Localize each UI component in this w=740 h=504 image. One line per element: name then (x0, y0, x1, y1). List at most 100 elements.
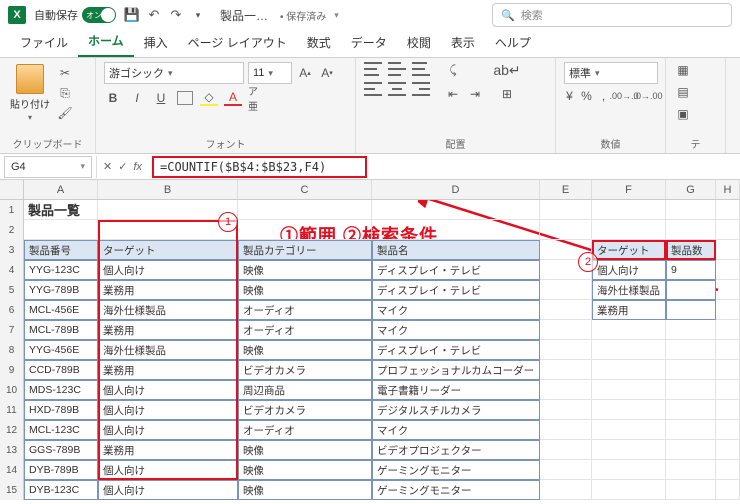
cell[interactable] (540, 460, 592, 480)
increase-decimal-icon[interactable]: .00→.0 (615, 88, 633, 104)
align-left-icon[interactable] (364, 82, 382, 96)
wrap-text-icon[interactable]: ab↵ (498, 62, 516, 78)
cell[interactable] (592, 420, 666, 440)
cell[interactable] (716, 380, 740, 400)
cell[interactable]: YYG-789B (24, 280, 98, 300)
cell[interactable]: 個人向け (98, 420, 238, 440)
row-header[interactable]: 8 (0, 340, 24, 360)
cell[interactable] (540, 280, 592, 300)
cell[interactable]: YYG-456E (24, 340, 98, 360)
cell[interactable] (716, 200, 740, 220)
cell[interactable]: オーディオ (238, 420, 372, 440)
cell[interactable]: DYB-123C (24, 480, 98, 500)
cell[interactable]: 個人向け (592, 260, 666, 280)
cell[interactable]: 映像 (238, 460, 372, 480)
row-header[interactable]: 4 (0, 260, 24, 280)
column-header[interactable]: D (372, 180, 540, 199)
cell[interactable] (540, 200, 592, 220)
cell[interactable]: 映像 (238, 440, 372, 460)
tab-ヘルプ[interactable]: ヘルプ (485, 28, 541, 57)
tab-ファイル[interactable]: ファイル (10, 28, 78, 57)
align-center-icon[interactable] (388, 82, 406, 96)
cell[interactable]: 映像 (238, 340, 372, 360)
cell[interactable]: マイク (372, 300, 540, 320)
cell[interactable]: 海外仕様製品 (98, 340, 238, 360)
fill-color-button[interactable]: ◇ (200, 90, 218, 106)
cell[interactable] (592, 400, 666, 420)
enter-icon[interactable]: ✓ (118, 160, 127, 173)
cell[interactable]: ターゲット (592, 240, 666, 260)
worksheet[interactable]: A B C D E F G H 1製品一覧23製品番号ターゲット製品カテゴリー製… (0, 180, 740, 500)
bold-button[interactable]: B (104, 90, 122, 106)
cell[interactable] (666, 380, 716, 400)
cell[interactable] (24, 220, 98, 240)
tab-挿入[interactable]: 挿入 (134, 28, 178, 57)
cell[interactable]: 9 (666, 260, 716, 280)
font-color-button[interactable]: A (224, 90, 242, 106)
cell[interactable] (238, 200, 372, 220)
increase-font-icon[interactable]: A▴ (296, 65, 314, 81)
search-input[interactable]: 🔍 検索 (492, 3, 732, 27)
fx-icon[interactable]: fx (133, 161, 142, 173)
cell[interactable]: 製品一覧 (24, 200, 98, 220)
cell[interactable] (716, 440, 740, 460)
qat-dropdown-icon[interactable]: ▾ (190, 7, 206, 23)
cell[interactable]: MCL-456E (24, 300, 98, 320)
cell[interactable]: マイク (372, 320, 540, 340)
cell-styles-icon[interactable]: ▣ (674, 106, 692, 122)
cell[interactable] (372, 200, 540, 220)
orientation-icon[interactable]: ⤹ (444, 62, 462, 78)
cell[interactable]: HXD-789B (24, 400, 98, 420)
column-header[interactable]: B (98, 180, 238, 199)
row-header[interactable]: 2 (0, 220, 24, 240)
cell[interactable] (666, 420, 716, 440)
cell[interactable] (716, 260, 740, 280)
cell[interactable] (716, 220, 740, 240)
cut-icon[interactable]: ✂ (56, 65, 74, 81)
tab-校閲[interactable]: 校閲 (397, 28, 441, 57)
cell[interactable] (372, 220, 540, 240)
decrease-decimal-icon[interactable]: .0→.00 (639, 88, 657, 104)
cell[interactable] (666, 300, 716, 320)
cell[interactable]: 個人向け (98, 480, 238, 500)
percent-icon[interactable]: % (581, 88, 592, 104)
cell[interactable]: 映像 (238, 280, 372, 300)
chevron-down-icon[interactable]: ▾ (28, 113, 32, 122)
name-box[interactable]: G4 ▾ (4, 156, 92, 178)
number-format-select[interactable]: 標準▾ (564, 62, 658, 84)
cell[interactable] (716, 460, 740, 480)
cell[interactable] (592, 440, 666, 460)
cell[interactable]: ビデオカメラ (238, 400, 372, 420)
cell[interactable] (540, 240, 592, 260)
tab-表示[interactable]: 表示 (441, 28, 485, 57)
tab-数式[interactable]: 数式 (297, 28, 341, 57)
cell[interactable]: 製品番号 (24, 240, 98, 260)
cell[interactable]: CCD-789B (24, 360, 98, 380)
phonetic-button[interactable]: ア亜 (248, 90, 266, 106)
cell[interactable]: プロフェッショナルカムコーダー (372, 360, 540, 380)
comma-icon[interactable]: , (598, 88, 609, 104)
docname-dropdown-icon[interactable]: ▾ (334, 10, 339, 21)
cell[interactable]: 個人向け (98, 400, 238, 420)
italic-button[interactable]: I (128, 90, 146, 106)
cell[interactable]: ディスプレイ・テレビ (372, 260, 540, 280)
row-header[interactable]: 11 (0, 400, 24, 420)
cell[interactable] (716, 400, 740, 420)
cell[interactable] (98, 220, 238, 240)
increase-indent-icon[interactable]: ⇥ (466, 86, 484, 102)
cell[interactable]: 個人向け (98, 260, 238, 280)
align-top-icon[interactable] (364, 62, 382, 76)
cell[interactable] (592, 380, 666, 400)
cell[interactable]: マイク (372, 420, 540, 440)
cell[interactable] (716, 240, 740, 260)
row-header[interactable]: 15 (0, 480, 24, 500)
currency-icon[interactable]: ¥ (564, 88, 575, 104)
cell[interactable] (592, 340, 666, 360)
row-header[interactable]: 3 (0, 240, 24, 260)
cell[interactable] (238, 220, 372, 240)
tab-ページ レイアウト[interactable]: ページ レイアウト (178, 28, 297, 57)
row-header[interactable]: 14 (0, 460, 24, 480)
cell[interactable] (540, 480, 592, 500)
tab-ホーム[interactable]: ホーム (78, 26, 134, 57)
cancel-icon[interactable]: ✕ (103, 160, 112, 173)
